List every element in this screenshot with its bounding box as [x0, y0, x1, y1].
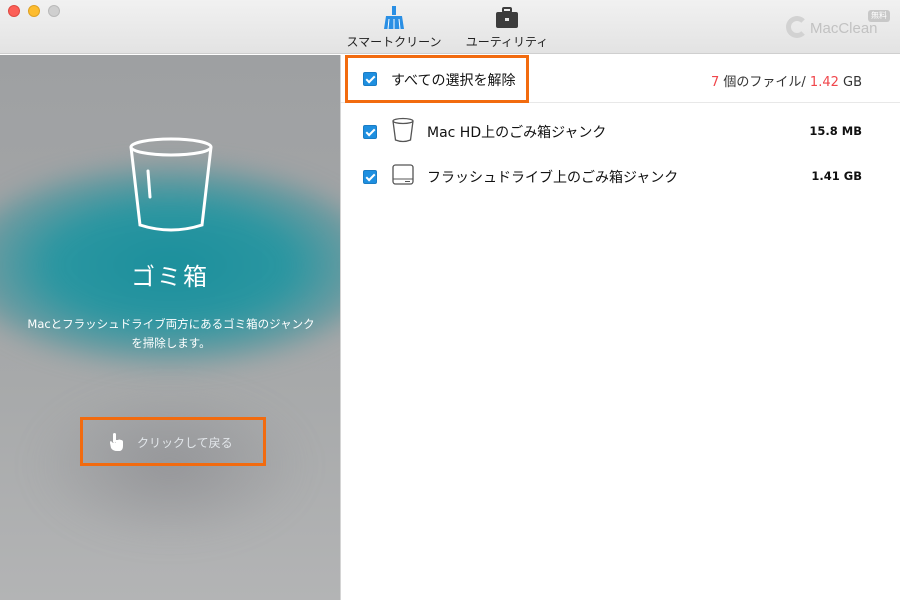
total-size: 1.42	[809, 75, 839, 90]
category-description: Macとフラッシュドライブ両方にあるゴミ箱のジャンクを掃除します。	[27, 317, 315, 350]
category-title: ゴミ箱	[131, 263, 209, 291]
scan-summary: 7 個のファイル/ 1.42 GB	[711, 71, 862, 90]
list-item[interactable]: フラッシュドライブ上のごみ箱ジャンク 1.41 GB	[341, 158, 900, 198]
free-badge: 無料	[868, 10, 890, 22]
smart-clean-button[interactable]: スマートクリーン	[344, 6, 444, 52]
title-bar: スマートクリーン ユーティリティ MacClean 無料	[0, 0, 900, 54]
toolbox-icon	[496, 7, 518, 28]
results-panel: すべての選択を解除 7 個のファイル/ 1.42 GB Mac HD上のごみ箱ジ…	[340, 55, 900, 600]
brand-name: MacClean	[810, 20, 878, 37]
total-size-unit: GB	[838, 75, 862, 90]
window-minimize-button[interactable]	[28, 5, 40, 17]
select-all-row: すべての選択を解除 7 個のファイル/ 1.42 GB	[341, 55, 900, 103]
list-item[interactable]: Mac HD上のごみ箱ジャンク 15.8 MB	[341, 113, 900, 153]
back-button-label: クリックして戻る	[137, 436, 233, 450]
trash-can-icon	[129, 137, 213, 232]
brand-logo: MacClean 無料	[786, 10, 890, 44]
item-size: 1.41 GB	[811, 169, 862, 183]
logo-c-icon	[786, 16, 808, 38]
select-all-label[interactable]: すべての選択を解除	[391, 70, 515, 90]
broom-icon	[384, 6, 404, 30]
smart-clean-label: スマートクリーン	[346, 35, 442, 49]
trash-bin-icon	[392, 117, 414, 143]
window-maximize-button[interactable]	[48, 5, 60, 17]
utility-label: ユーティリティ	[465, 35, 549, 49]
drive-icon	[392, 164, 414, 185]
utility-button[interactable]: ユーティリティ	[460, 6, 554, 52]
item-name: フラッシュドライブ上のごみ箱ジャンク	[427, 170, 679, 186]
window-close-button[interactable]	[8, 5, 20, 17]
select-all-checkbox[interactable]	[363, 72, 377, 86]
item-checkbox[interactable]	[363, 170, 377, 184]
item-checkbox[interactable]	[363, 125, 377, 139]
back-button[interactable]: クリックして戻る	[80, 417, 266, 466]
pointing-hand-icon	[110, 433, 123, 451]
category-panel: ゴミ箱 Macとフラッシュドライブ両方にあるゴミ箱のジャンクを掃除します。 クリ…	[0, 55, 340, 600]
file-count-suffix: 個のファイル/	[719, 75, 810, 90]
item-name: Mac HD上のごみ箱ジャンク	[427, 125, 607, 141]
item-size: 15.8 MB	[809, 124, 862, 138]
